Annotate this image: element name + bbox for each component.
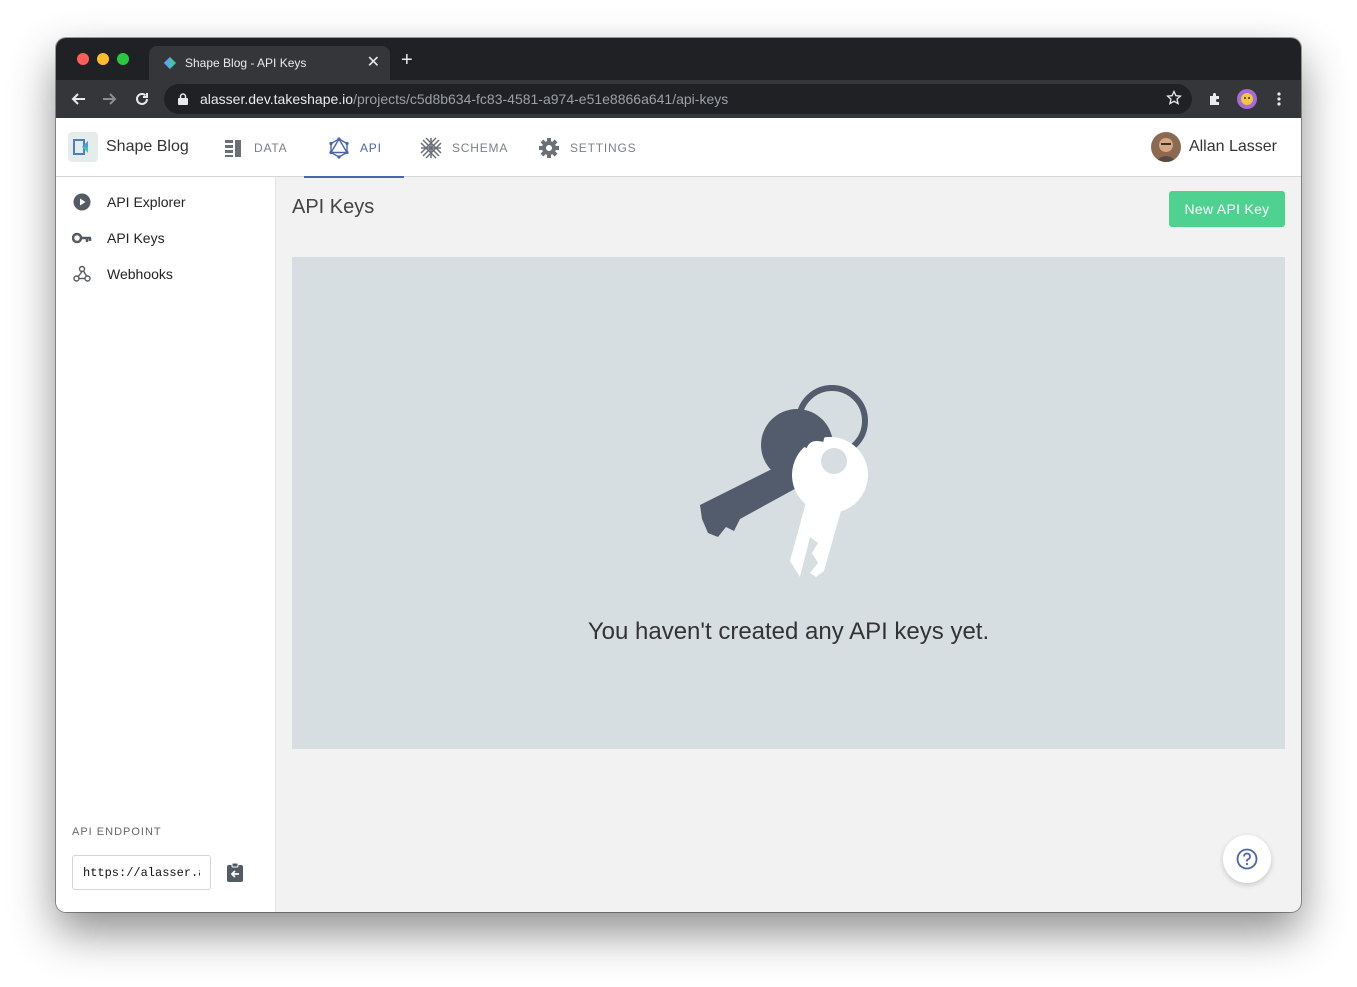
help-button[interactable] (1223, 835, 1271, 883)
play-icon (72, 192, 92, 212)
takeshape-favicon-icon (163, 56, 177, 70)
user-menu[interactable]: Allan Lasser (1150, 132, 1277, 162)
profile-avatar-icon[interactable] (1236, 88, 1258, 110)
schema-icon (420, 136, 442, 159)
endpoint-label: API ENDPOINT (72, 826, 162, 838)
nav-tab-api[interactable]: API (304, 118, 404, 178)
data-icon (222, 137, 244, 159)
page-title: API Keys (292, 196, 375, 218)
gear-icon (538, 137, 560, 159)
bookmark-star-icon[interactable] (1165, 89, 1183, 111)
sidebar-item-api-keys[interactable]: API Keys (72, 226, 165, 250)
back-arrow-icon[interactable] (67, 88, 89, 110)
nav-tab-schema[interactable]: SCHEMA (420, 118, 508, 177)
browser-window: Shape Blog - API Keys ✕ + alasser.dev.ta… (56, 38, 1301, 912)
close-tab-icon[interactable]: ✕ (367, 54, 380, 72)
sidebar-item-api-explorer[interactable]: API Explorer (72, 190, 186, 214)
new-api-key-button[interactable]: New API Key (1169, 191, 1285, 227)
sidebar-item-webhooks[interactable]: Webhooks (72, 262, 173, 286)
user-name: Allan Lasser (1188, 138, 1277, 155)
tab-title: Shape Blog - API Keys (185, 56, 307, 70)
sidebar-item-label: API Explorer (107, 194, 186, 210)
url-text: alasser.dev.takeshape.io/projects/c5d8b6… (200, 91, 728, 107)
sidebar-item-label: API Keys (107, 230, 165, 246)
project-name: Shape Blog (106, 138, 189, 155)
empty-state-message: You haven't created any API keys yet. (587, 618, 990, 645)
app-header: Shape Blog DATA API SCHEMA SETTINGS Alla… (56, 118, 1301, 178)
reload-icon[interactable] (131, 88, 153, 110)
address-bar[interactable]: alasser.dev.takeshape.io/projects/c5d8b6… (164, 84, 1192, 114)
sidebar: API Explorer API Keys Webhooks API ENDPO… (56, 177, 276, 912)
endpoint-field[interactable] (72, 855, 211, 890)
webhook-icon (72, 264, 92, 284)
forward-arrow-icon[interactable] (99, 88, 121, 110)
url-host: alasser.dev.takeshape.io (200, 91, 354, 107)
close-window-button[interactable] (77, 53, 89, 65)
keys-illustration-icon (700, 377, 880, 587)
browser-tab-bar: Shape Blog - API Keys ✕ + (56, 38, 1301, 80)
shape-logo-icon (68, 132, 98, 162)
avatar (1150, 132, 1181, 162)
project-brand[interactable]: Shape Blog (68, 132, 189, 162)
browser-tab[interactable]: Shape Blog - API Keys ✕ (149, 46, 390, 80)
empty-state-panel: You haven't created any API keys yet. (292, 257, 1285, 749)
browser-menu-icon[interactable] (1268, 88, 1290, 110)
minimize-window-button[interactable] (97, 53, 109, 65)
nav-tab-schema-label: SCHEMA (452, 140, 509, 155)
url-path: /projects/c5d8b634-fc83-4581-a974-e51e88… (353, 91, 729, 107)
copy-clipboard-icon[interactable] (224, 861, 246, 883)
maximize-window-button[interactable] (117, 53, 129, 65)
nav-tab-api-label: API (360, 140, 382, 155)
nav-tab-data-label: DATA (254, 140, 288, 155)
api-icon (328, 136, 350, 159)
nav-tab-settings-label: SETTINGS (570, 140, 637, 155)
nav-tab-settings[interactable]: SETTINGS (538, 118, 636, 177)
browser-toolbar: alasser.dev.takeshape.io/projects/c5d8b6… (56, 80, 1301, 118)
extensions-puzzle-icon[interactable] (1204, 88, 1226, 110)
sidebar-item-label: Webhooks (107, 266, 173, 282)
lock-icon (176, 92, 190, 106)
nav-tab-data[interactable]: DATA (222, 118, 287, 177)
question-icon (1236, 848, 1258, 870)
key-icon (72, 228, 92, 248)
new-tab-icon[interactable]: + (401, 50, 413, 70)
